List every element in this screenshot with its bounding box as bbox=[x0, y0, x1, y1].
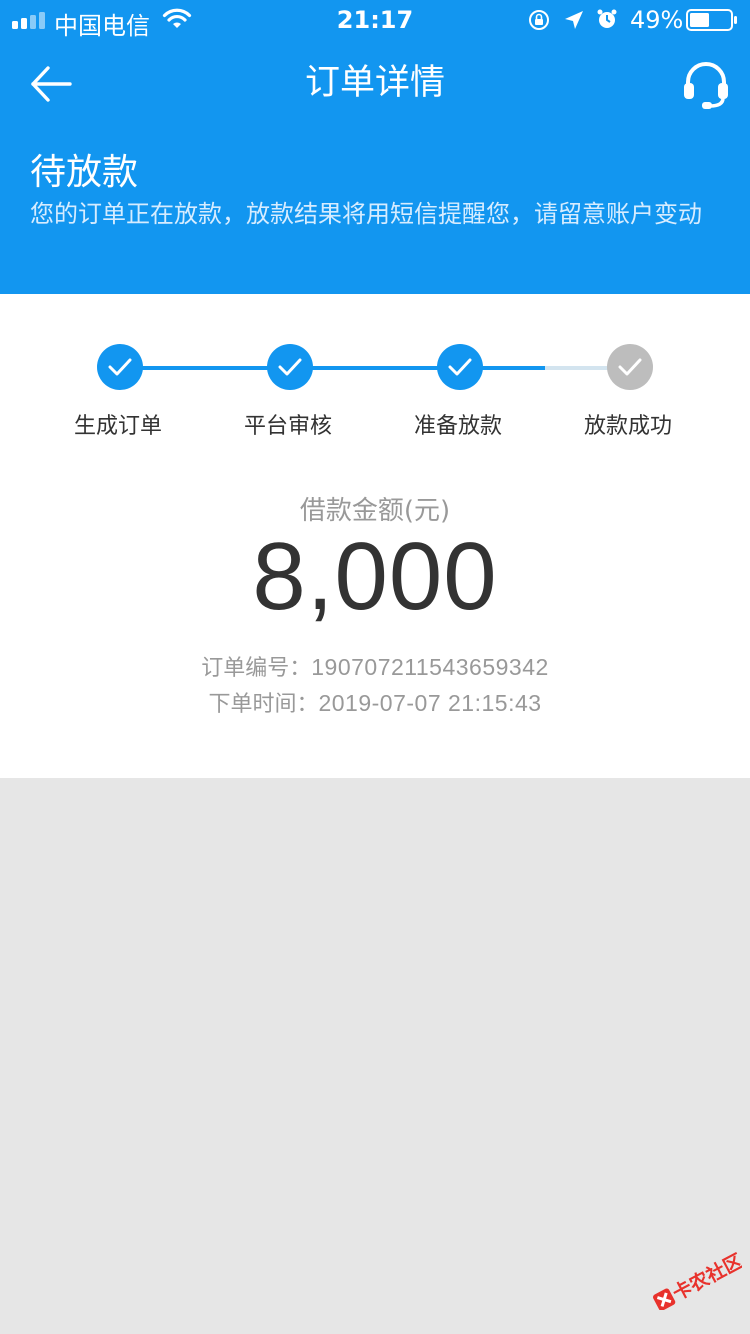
progress-line-1 bbox=[120, 366, 290, 370]
svg-text:卡农社区: 卡农社区 bbox=[669, 1249, 742, 1305]
order-time-value: 2019-07-07 21:15:43 bbox=[318, 690, 542, 716]
order-number-value: 190707211543659342 bbox=[311, 654, 549, 680]
order-time-row: 下单时间：2019-07-07 21:15:43 bbox=[0, 686, 750, 718]
customer-service-headset-icon[interactable] bbox=[680, 60, 732, 110]
rotation-lock-icon bbox=[529, 10, 549, 30]
order-card: 生成订单 平台审核 准备放款 放款成功 借款金额(元) 8,000 订单编号：1… bbox=[0, 294, 750, 778]
order-time-label: 下单时间： bbox=[208, 692, 319, 717]
status-bar: 中国电信 21:17 49% bbox=[0, 0, 750, 40]
step-1-check-icon bbox=[97, 344, 143, 390]
header-area: 中国电信 21:17 49% 订单详情 待放款 您的订单正在放款，放款结果将用短… bbox=[0, 0, 750, 294]
step-3-check-icon bbox=[437, 344, 483, 390]
battery-percent: 49% bbox=[630, 6, 684, 34]
step-label-disbursement-success: 放款成功 bbox=[583, 414, 672, 439]
kanong-community-watermark-logo: 卡农社区 bbox=[653, 1249, 742, 1310]
order-status-description: 您的订单正在放款，放款结果将用短信提醒您，请留意账户变动 bbox=[30, 200, 702, 228]
step-4-check-icon bbox=[607, 344, 653, 390]
progress-line-2 bbox=[290, 366, 460, 370]
step-label-platform-review: 平台审核 bbox=[243, 414, 332, 439]
location-arrow-icon bbox=[565, 11, 583, 29]
step-2-check-icon bbox=[267, 344, 313, 390]
alarm-clock-icon bbox=[597, 9, 617, 28]
progress-steps: 生成订单 平台审核 准备放款 放款成功 bbox=[0, 294, 750, 454]
page-title: 订单详情 bbox=[304, 63, 445, 103]
nav-bar: 订单详情 bbox=[0, 40, 750, 128]
loan-amount-value: 8,000 bbox=[252, 523, 498, 630]
order-number-label: 订单编号： bbox=[201, 656, 312, 681]
step-label-prepare-disbursement: 准备放款 bbox=[413, 414, 502, 439]
step-label-generate-order: 生成订单 bbox=[73, 414, 162, 439]
battery-icon bbox=[686, 9, 737, 31]
progress-line-3 bbox=[460, 366, 630, 370]
order-number-row: 订单编号：190707211543659342 bbox=[0, 650, 750, 682]
order-status-title: 待放款 bbox=[30, 152, 139, 193]
